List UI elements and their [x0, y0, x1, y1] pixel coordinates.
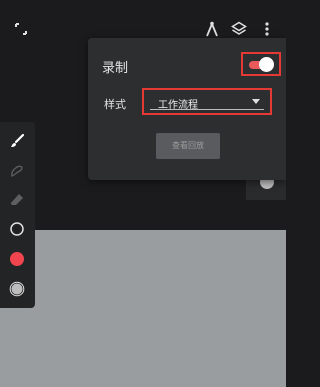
tool-palette: [0, 122, 35, 308]
toggle-thumb: [259, 57, 274, 72]
layers-icon[interactable]: [230, 20, 248, 38]
expand-icon[interactable]: [12, 20, 30, 38]
record-label: 录制: [102, 61, 129, 76]
smudge-icon[interactable]: [6, 160, 28, 182]
color-swatch[interactable]: [6, 248, 28, 270]
dropdown-underline: [150, 109, 264, 110]
dropdown-arrow-icon: [252, 99, 260, 104]
eraser-icon[interactable]: [6, 189, 28, 211]
view-playback-button[interactable]: 查看回放: [156, 133, 220, 159]
record-toggle[interactable]: [241, 52, 281, 76]
more-vert-icon[interactable]: [258, 20, 276, 38]
compass-icon[interactable]: [203, 20, 221, 38]
style-dropdown[interactable]: 工作流程: [142, 88, 272, 115]
drawing-canvas[interactable]: [0, 230, 286, 387]
style-label: 样式: [104, 98, 126, 111]
app-root: 录制 样式 工作流程 查看回放: [0, 0, 286, 387]
recording-panel: 录制 样式 工作流程 查看回放: [88, 38, 286, 180]
brush-icon[interactable]: [6, 130, 28, 152]
brush-size-icon[interactable]: [6, 218, 28, 240]
opacity-icon[interactable]: [6, 278, 28, 300]
